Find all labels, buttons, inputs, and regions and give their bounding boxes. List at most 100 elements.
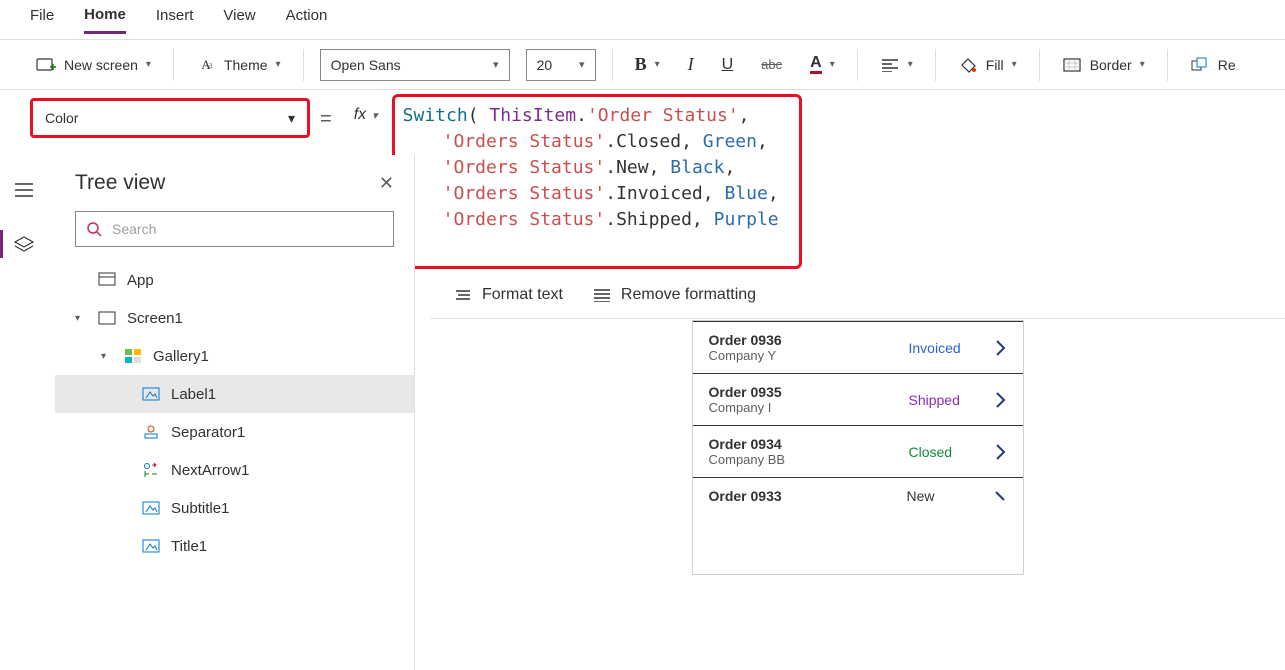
remove-formatting-button[interactable]: Remove formatting: [593, 286, 756, 304]
new-screen-icon: [36, 55, 56, 75]
expand-icon[interactable]: ▾: [75, 313, 87, 324]
tree-item-app[interactable]: App: [55, 261, 414, 299]
tree-item-subtitle1[interactable]: Subtitle1: [55, 489, 414, 527]
separator-icon: [141, 422, 161, 442]
toolbar-separator: [935, 49, 936, 81]
border-label: Border: [1090, 57, 1132, 73]
align-icon: [880, 55, 900, 75]
order-company: Company I: [709, 400, 909, 415]
menu-action[interactable]: Action: [286, 7, 328, 32]
theme-label: Theme: [224, 57, 268, 73]
nextarrow-icon: [141, 460, 161, 480]
order-title: Order 0933: [709, 488, 907, 504]
formula-token: Black: [670, 157, 724, 178]
gallery-icon: [123, 346, 143, 366]
font-color-icon: A: [810, 55, 822, 74]
property-select[interactable]: Color ▾: [30, 98, 310, 138]
tree-item-gallery1[interactable]: ▾ Gallery1: [55, 337, 414, 375]
chevron-down-icon: ▾: [908, 59, 913, 70]
order-status: New: [907, 488, 993, 504]
theme-button[interactable]: Aa Theme ▾: [190, 51, 287, 79]
tree-item-label: Gallery1: [153, 348, 209, 365]
menu-insert[interactable]: Insert: [156, 7, 194, 32]
screen-icon: [97, 308, 117, 328]
rail-tree-view[interactable]: [0, 226, 48, 262]
font-size-value: 20: [537, 57, 553, 73]
menu-view[interactable]: View: [223, 7, 255, 32]
chevron-down-icon: ▾: [830, 59, 835, 70]
font-color-button[interactable]: A▾: [804, 51, 841, 78]
fill-button[interactable]: Fill ▾: [952, 51, 1023, 79]
formula-token: 'Order Status': [587, 105, 739, 126]
tree-item-separator1[interactable]: Separator1: [55, 413, 414, 451]
close-tree-button[interactable]: ✕: [379, 173, 394, 194]
formula-token: 'Orders Status': [443, 131, 606, 152]
rail-hamburger[interactable]: [0, 172, 48, 208]
tree-search-input[interactable]: Search: [75, 211, 394, 247]
font-size-select[interactable]: 20 ▾: [526, 49, 596, 81]
strike-button[interactable]: abc: [755, 53, 788, 76]
border-button[interactable]: Border ▾: [1056, 51, 1151, 79]
underline-button[interactable]: U: [716, 52, 740, 78]
tree-item-screen1[interactable]: ▾ Screen1: [55, 299, 414, 337]
fx-label: fx: [354, 106, 366, 124]
next-arrow-icon[interactable]: [995, 339, 1007, 357]
formula-editor[interactable]: Switch( ThisItem.'Order Status', 'Orders…: [392, 94, 802, 269]
paint-bucket-icon: [958, 55, 978, 75]
reorder-icon: [1190, 55, 1210, 75]
toolbar-separator: [173, 49, 174, 81]
align-button[interactable]: ▾: [874, 51, 919, 79]
formula-token: .Shipped,: [605, 209, 713, 230]
formula-token: Green: [703, 131, 757, 152]
order-row[interactable]: Order 0935Company IShipped: [693, 373, 1023, 425]
toolbar-separator: [1167, 49, 1168, 81]
remove-formatting-icon: [593, 288, 611, 302]
formula-token: ,: [757, 131, 768, 152]
order-row[interactable]: Order 0934Company BBClosed: [693, 425, 1023, 477]
tree-item-label: NextArrow1: [171, 462, 249, 479]
order-row[interactable]: Order 0933New: [693, 477, 1023, 514]
next-arrow-icon[interactable]: [995, 443, 1007, 461]
equals-sign: =: [310, 90, 344, 131]
chevron-down-icon: ▾: [1012, 59, 1017, 70]
label-icon: [141, 384, 161, 404]
order-company: Company BB: [709, 452, 909, 467]
next-arrow-icon[interactable]: [995, 391, 1007, 409]
bold-button[interactable]: B▾: [629, 50, 666, 79]
expand-icon[interactable]: ▾: [101, 351, 113, 362]
formula-token: ThisItem: [489, 105, 576, 126]
menu-file[interactable]: File: [30, 7, 54, 32]
property-value: Color: [45, 110, 78, 126]
tree-item-label1[interactable]: Label1: [55, 375, 414, 413]
tree-item-nextarrow1[interactable]: NextArrow1: [55, 451, 414, 489]
device-preview: Order 0936Company YInvoicedOrder 0935Com…: [693, 321, 1023, 574]
font-family-select[interactable]: Open Sans ▾: [320, 49, 510, 81]
app-icon: [97, 270, 117, 290]
label-icon: [141, 498, 161, 518]
reorder-button[interactable]: Re: [1184, 51, 1242, 79]
formula-token: .Invoiced,: [605, 183, 724, 204]
order-title: Order 0936: [709, 332, 909, 348]
toolbar-separator: [857, 49, 858, 81]
tree-item-label: Subtitle1: [171, 500, 229, 517]
search-icon: [86, 221, 102, 237]
menu-home[interactable]: Home: [84, 6, 126, 34]
underline-icon: U: [722, 56, 734, 74]
order-status: Invoiced: [909, 340, 995, 356]
new-screen-button[interactable]: New screen ▾: [30, 51, 157, 79]
chevron-down-icon: ▾: [655, 59, 660, 70]
tree-item-title1[interactable]: Title1: [55, 527, 414, 565]
italic-button[interactable]: I: [682, 50, 700, 79]
fx-button[interactable]: fx ▾: [344, 90, 388, 124]
formula-token: Purple: [714, 209, 779, 230]
chevron-down-icon: ▾: [288, 110, 295, 127]
bold-icon: B: [635, 54, 647, 75]
toolbar-separator: [1039, 49, 1040, 81]
hamburger-icon: [15, 183, 33, 197]
order-row[interactable]: Order 0936Company YInvoiced: [693, 321, 1023, 373]
next-arrow-icon[interactable]: [993, 489, 1007, 503]
format-text-button[interactable]: Format text: [454, 286, 563, 304]
tree-item-label: Title1: [171, 538, 207, 555]
format-text-label: Format text: [482, 286, 563, 304]
order-status: Closed: [909, 444, 995, 460]
